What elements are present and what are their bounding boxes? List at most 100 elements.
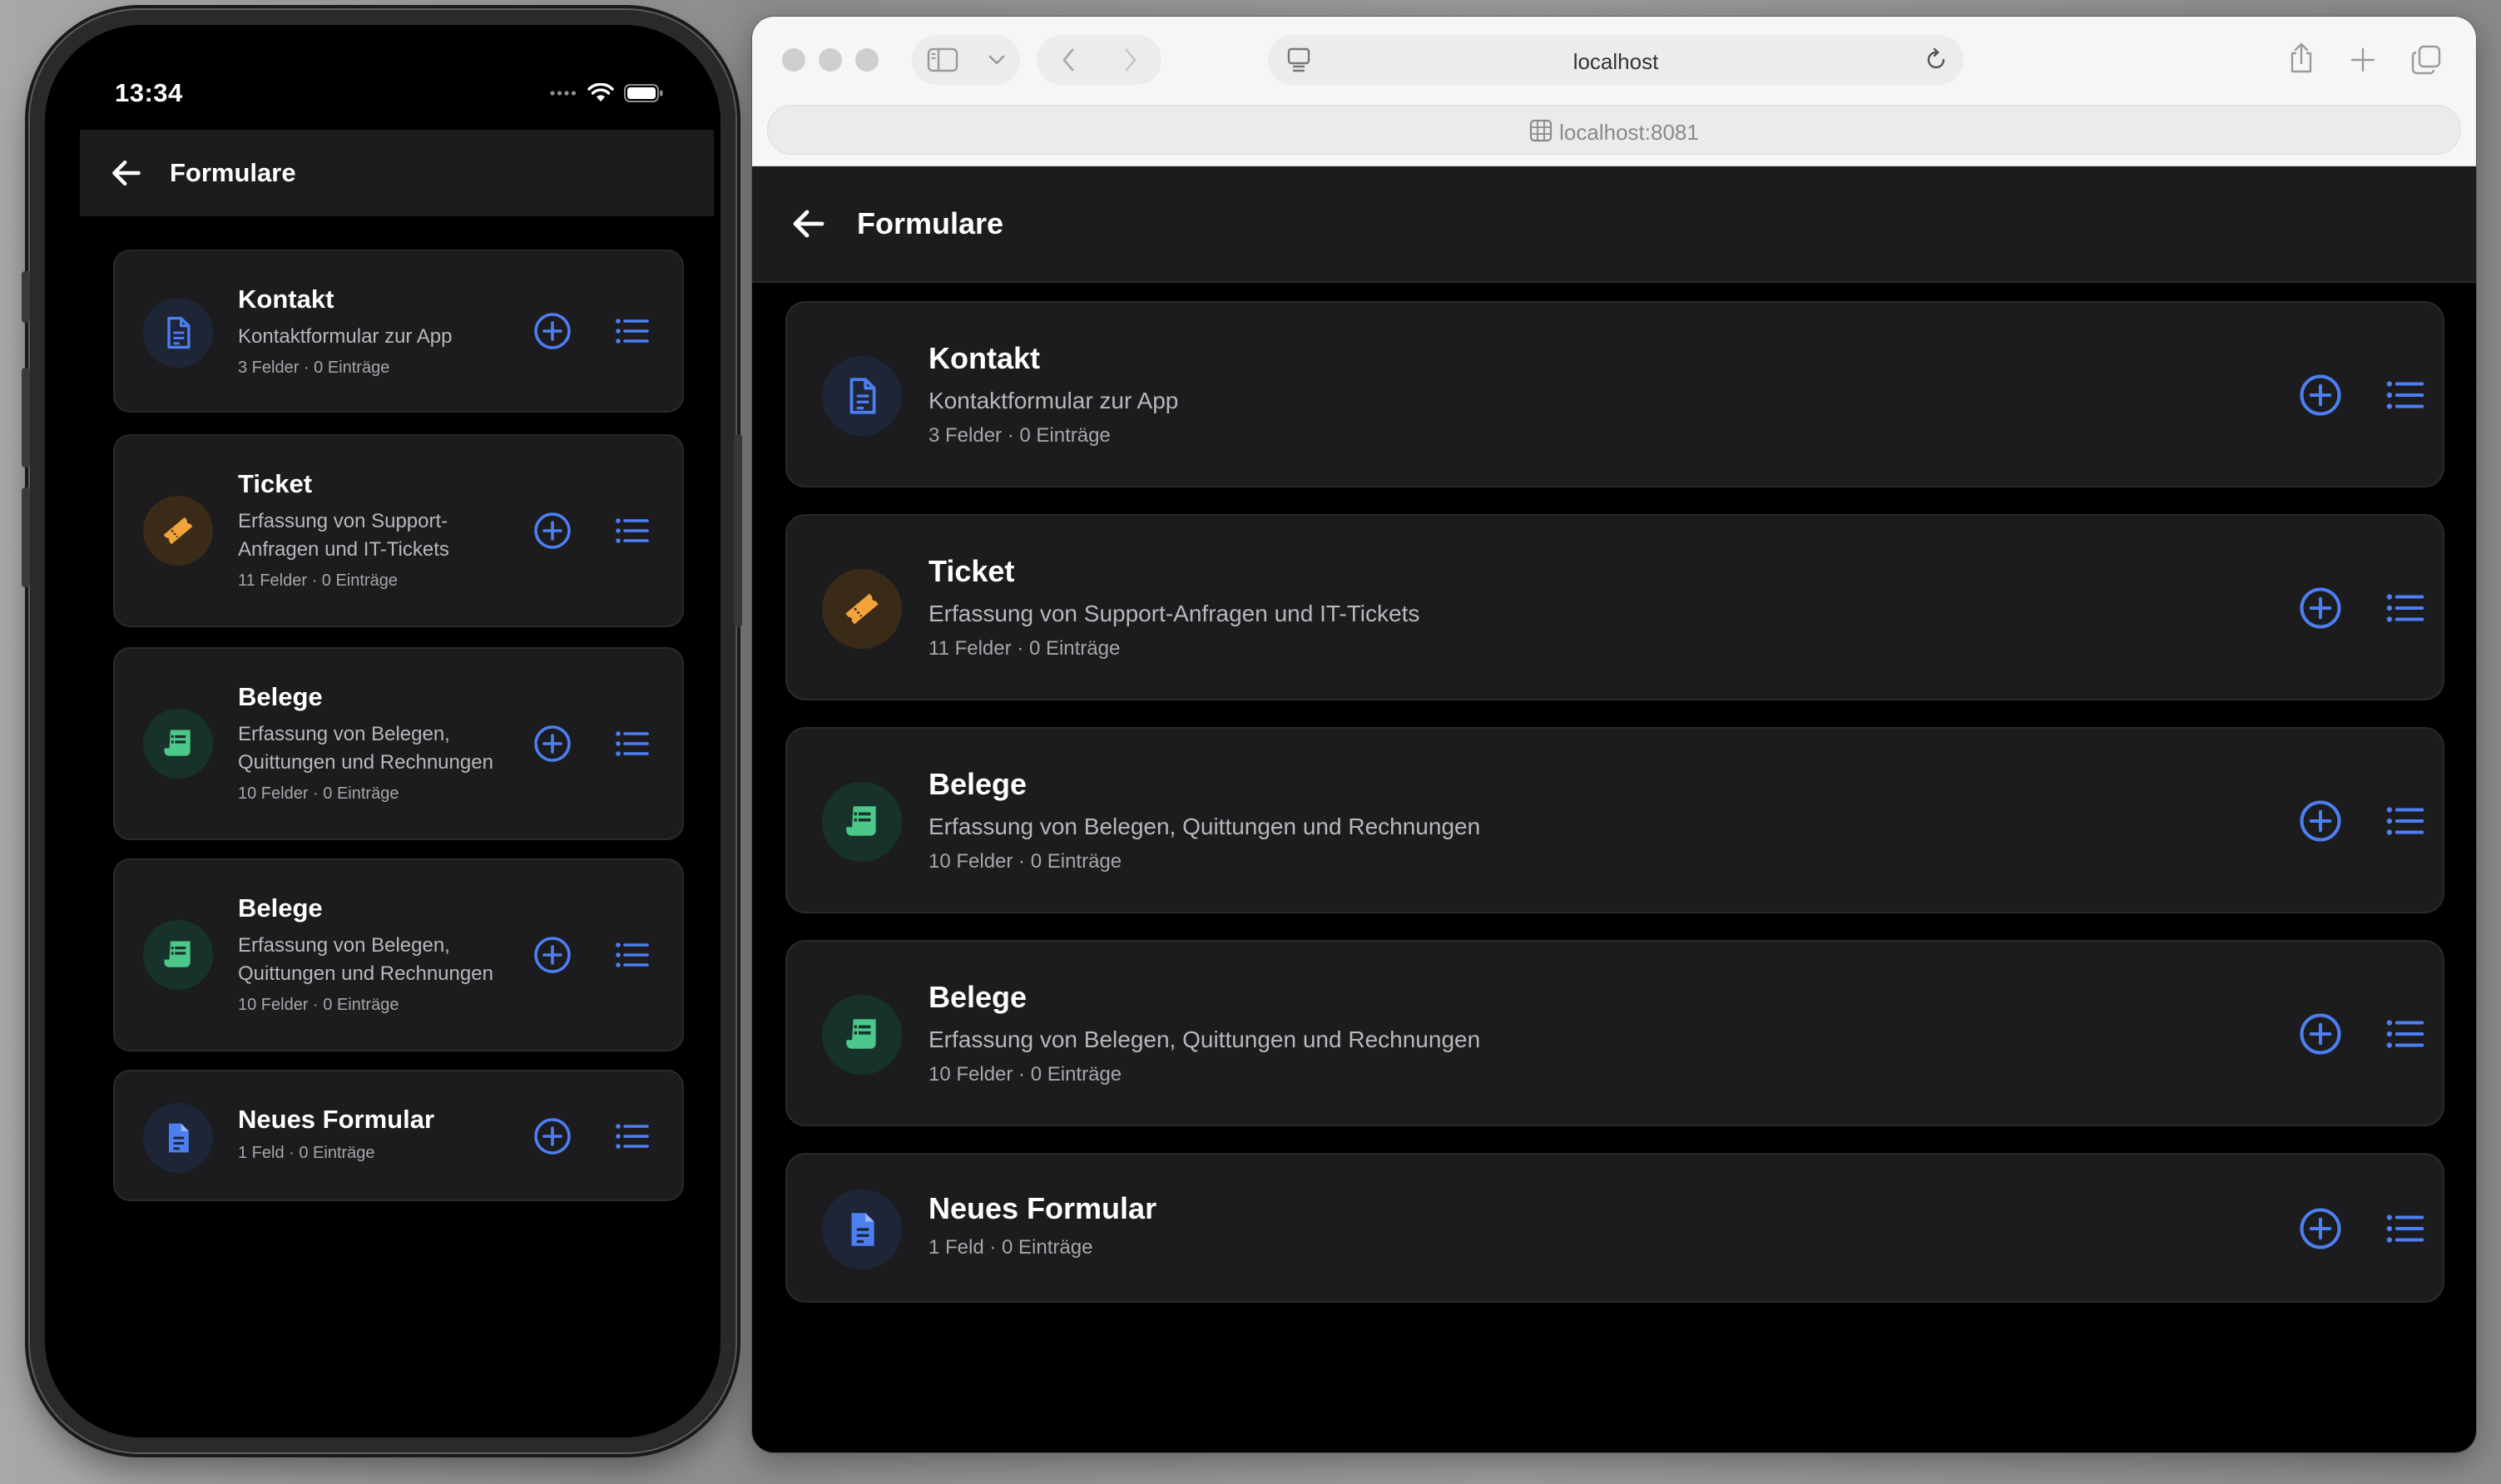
list-entries-icon[interactable] xyxy=(2383,586,2428,631)
list-entries-icon[interactable] xyxy=(2383,799,2428,843)
form-meta: 10 Felder · 0 Einträge xyxy=(929,1063,1122,1086)
browser-toolbar: localhost localhost:8081 xyxy=(752,17,2476,166)
receipt-icon xyxy=(160,725,196,762)
phone-volume-up-button xyxy=(22,368,30,467)
address-bar[interactable]: localhost:8081 xyxy=(767,105,2461,155)
form-name: Belege xyxy=(238,893,323,923)
list-entries-icon[interactable] xyxy=(612,724,652,764)
form-description-line: Anfragen und IT-Tickets xyxy=(238,538,449,561)
wifi-icon xyxy=(587,83,614,103)
form-description: Erfassung von Belegen, Quittungen und Re… xyxy=(929,814,1481,839)
add-entry-icon[interactable] xyxy=(532,311,572,351)
form-texts: TicketErfassung von Support-Anfragen und… xyxy=(929,552,2093,662)
form-meta: 10 Felder · 0 Einträge xyxy=(929,850,1122,873)
add-entry-icon[interactable] xyxy=(2298,586,2343,631)
form-name: Kontakt xyxy=(238,284,334,314)
form-texts: Kontakt Kontaktformular zur App 3 Felder ·… xyxy=(238,283,521,379)
form-icon-badge xyxy=(143,709,213,779)
form-description: Erfassung von Belegen, Quittungen und Re… xyxy=(929,1026,1481,1052)
reload-icon[interactable] xyxy=(1924,47,1949,72)
form-name: Belege xyxy=(238,682,323,711)
receipt-icon xyxy=(160,937,196,973)
add-entry-icon[interactable] xyxy=(2298,1206,2343,1251)
form-card[interactable]: TicketErfassung von Support-Anfragen und… xyxy=(113,434,684,627)
form-description: Erfassung von Belegen, Quittungen und Rec… xyxy=(238,932,521,988)
add-entry-icon[interactable] xyxy=(532,511,572,551)
form-name: Neues Formular xyxy=(929,1191,1157,1225)
add-entry-icon[interactable] xyxy=(532,724,572,764)
form-description: Erfassung von Support- Anfragen und IT-Ti… xyxy=(238,507,521,564)
tab-url-field[interactable]: localhost xyxy=(1268,35,1964,85)
share-icon[interactable] xyxy=(2288,42,2315,75)
list-entries-icon[interactable] xyxy=(2383,1206,2428,1251)
form-card[interactable]: Kontakt Kontaktformular zur App 3 Felder ·… xyxy=(113,250,684,413)
page-title: Formulare xyxy=(857,206,1004,240)
form-texts: Neues Formular 1 Feld · 0 Einträge xyxy=(929,1190,2093,1261)
form-card[interactable]: Neues Formular 1 Feld · 0 Einträge xyxy=(785,1153,2444,1303)
form-card[interactable]: Belege Erfassung von Belegen, Quittungen … xyxy=(785,727,2444,913)
form-icon-badge xyxy=(822,1190,902,1269)
list-entries-icon[interactable] xyxy=(2383,373,2428,418)
form-meta: 11 Felder · 0 Einträge xyxy=(238,571,398,590)
form-meta: 3 Felder · 0 Einträge xyxy=(929,424,1111,447)
add-entry-icon[interactable] xyxy=(532,935,572,975)
form-name: Belege xyxy=(929,980,1028,1014)
form-texts: Belege Erfassung von Belegen, Quittungen u… xyxy=(238,892,521,1017)
receipt-icon xyxy=(841,1014,883,1056)
form-card[interactable]: Belege Erfassung von Belegen, Quittungen u… xyxy=(113,858,684,1051)
add-entry-icon[interactable] xyxy=(2298,373,2343,418)
list-entries-icon[interactable] xyxy=(612,1116,652,1156)
window-zoom-button[interactable] xyxy=(855,48,879,72)
window-close-button[interactable] xyxy=(782,48,805,72)
phone-volume-down-button xyxy=(22,487,30,587)
add-entry-icon[interactable] xyxy=(532,1116,572,1156)
list-entries-icon[interactable] xyxy=(2383,1012,2428,1056)
tab-overview-icon[interactable] xyxy=(2411,45,2441,75)
form-icon-badge xyxy=(143,298,213,368)
form-card[interactable]: Kontakt Kontaktformular zur App 3 Felder ·… xyxy=(785,301,2444,487)
form-meta: 3 Felder · 0 Einträge xyxy=(238,359,390,377)
form-card[interactable]: Belege Erfassung von Belegen, Quittungen u… xyxy=(113,647,684,840)
sidebar-icon[interactable] xyxy=(927,47,958,72)
address-text: localhost:8081 xyxy=(768,119,2460,146)
form-description-line: Erfassung von Belegen, xyxy=(238,723,450,745)
form-texts: Belege Erfassung von Belegen, Quittungen u… xyxy=(238,680,521,805)
phone-frame: 13:34 Formulare Kontakt Kontaktformular z… xyxy=(22,10,742,1452)
back-chevron-icon[interactable] xyxy=(1060,47,1077,73)
form-texts: TicketErfassung von Support-Anfragen und… xyxy=(238,467,521,592)
web-app-bar: Formulare xyxy=(752,166,2476,283)
form-meta: 11 Felder · 0 Einträge xyxy=(929,637,1121,660)
site-grid-icon xyxy=(1529,119,1553,142)
form-description-line: Quittungen und Rechnungen xyxy=(238,962,493,985)
status-bar: 13:34 xyxy=(45,25,721,125)
list-entries-icon[interactable] xyxy=(612,511,652,551)
address-url: localhost:8081 xyxy=(1559,120,1699,145)
form-description-line: Kontaktformular zur App xyxy=(238,325,453,348)
history-nav-group xyxy=(1037,35,1161,85)
document-outline-icon xyxy=(841,375,883,417)
form-description-line: Quittungen und Rechnungen xyxy=(238,751,493,774)
form-texts: Neues Formular 1 Feld · 0 Einträge xyxy=(238,1103,521,1165)
back-arrow-icon[interactable] xyxy=(108,155,145,191)
form-name: Kontakt xyxy=(929,341,1040,375)
forward-chevron-icon[interactable] xyxy=(1122,47,1139,73)
form-name: Neues Formular xyxy=(238,1105,435,1134)
chevron-down-icon[interactable] xyxy=(988,54,1006,66)
form-meta: 10 Felder · 0 Einträge xyxy=(238,996,399,1014)
list-entries-icon[interactable] xyxy=(612,935,652,975)
list-entries-icon[interactable] xyxy=(612,311,652,351)
form-icon-badge xyxy=(143,920,213,990)
window-minimize-button[interactable] xyxy=(819,48,842,72)
phone-app-bar: Formulare xyxy=(80,130,714,216)
back-arrow-icon[interactable] xyxy=(789,204,829,244)
form-card[interactable]: Belege Erfassung von Belegen, Quittungen … xyxy=(785,940,2444,1126)
add-entry-icon[interactable] xyxy=(2298,799,2343,843)
form-card[interactable]: TicketErfassung von Support-Anfragen und… xyxy=(785,514,2444,700)
ticket-icon xyxy=(841,588,883,630)
new-tab-icon[interactable] xyxy=(2350,47,2376,73)
form-meta: 1 Feld · 0 Einträge xyxy=(929,1236,1093,1259)
form-icon-badge xyxy=(822,995,902,1075)
signal-dots-icon xyxy=(549,89,577,97)
add-entry-icon[interactable] xyxy=(2298,1012,2343,1056)
form-card[interactable]: Neues Formular 1 Feld · 0 Einträge xyxy=(113,1070,684,1201)
